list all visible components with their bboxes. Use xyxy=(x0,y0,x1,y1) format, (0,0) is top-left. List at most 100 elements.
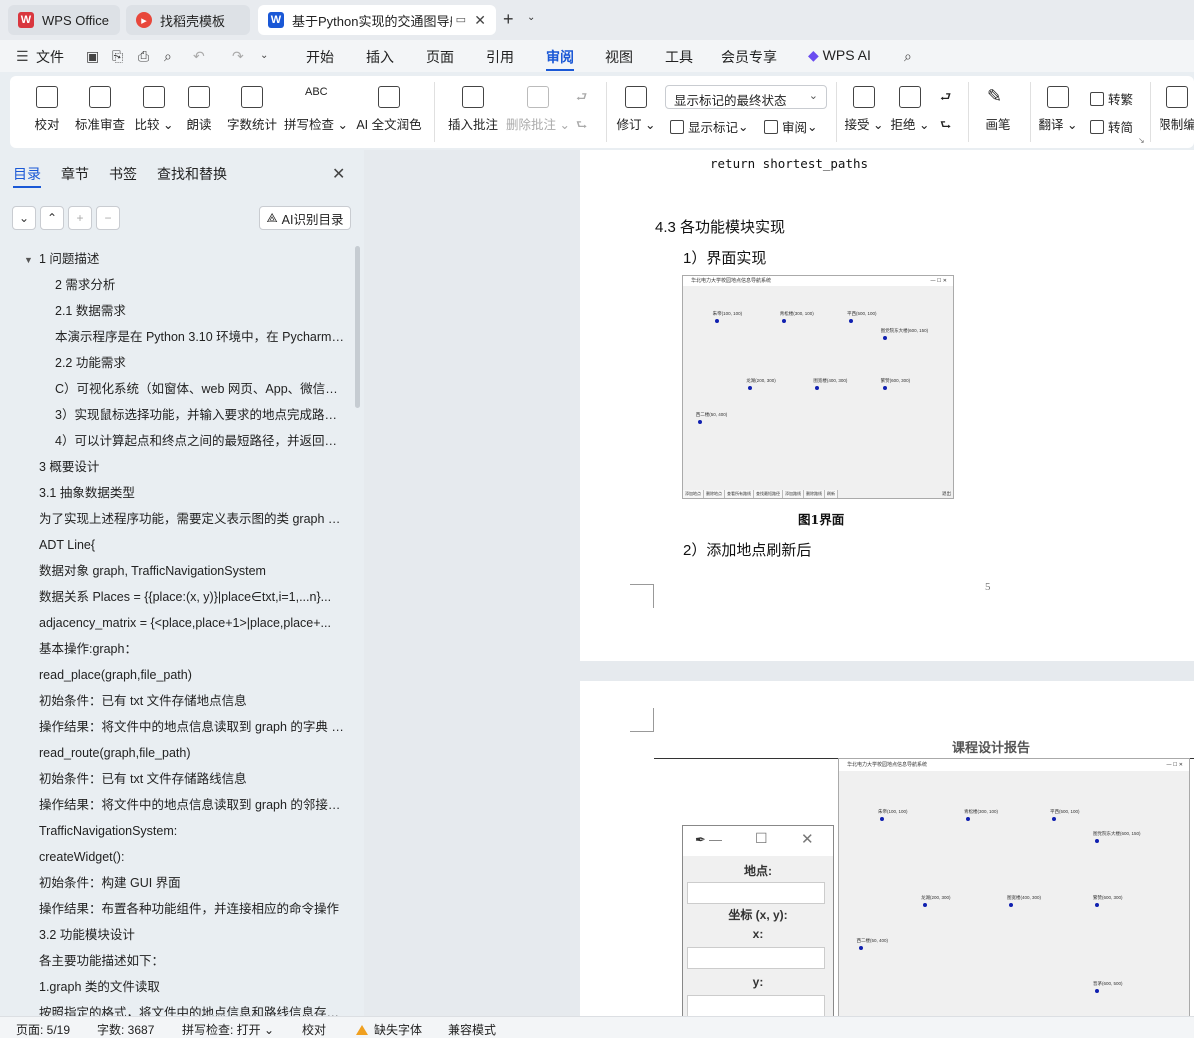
toc-item[interactable]: 2.1 数据需求 xyxy=(55,298,346,324)
maximize-icon[interactable]: ☐ xyxy=(755,830,768,847)
toc-item[interactable]: 初始条件：已有 txt 文件存储地点信息 xyxy=(39,688,346,714)
toc-item[interactable]: TrafficNavigationSystem: xyxy=(39,818,346,844)
next-comment-icon[interactable]: ⮑ xyxy=(576,116,587,137)
save-icon[interactable]: ▣ xyxy=(86,48,99,65)
to-traditional-button[interactable]: 转繁 xyxy=(1090,89,1133,108)
restrict-editing-button[interactable]: 限制编 xyxy=(1160,76,1194,148)
ai-polish-button[interactable]: AI 全文润色 xyxy=(354,76,424,148)
menu-member[interactable]: 会员专享 xyxy=(721,47,777,67)
word-count-button[interactable]: 字数统计 xyxy=(224,76,280,148)
spell-check-status[interactable]: 拼写检查: 打开 ⌄ xyxy=(182,1021,274,1038)
menu-tools[interactable]: 工具 xyxy=(665,47,693,67)
brush-button[interactable]: ✎ 画笔 xyxy=(982,76,1014,148)
close-icon[interactable]: ✕ xyxy=(332,164,345,184)
next-change-icon[interactable]: ⮑ xyxy=(940,116,951,137)
new-tab-icon[interactable]: + xyxy=(503,9,514,30)
tab-docer-templates[interactable]: ▸ 找稻壳模板 xyxy=(126,5,250,35)
tab-chapters[interactable]: 章节 xyxy=(61,164,89,184)
minimize-icon[interactable]: — xyxy=(709,832,722,847)
review-pane-button[interactable]: 审阅 ⌄ xyxy=(764,117,818,136)
expand-ribbon-icon[interactable]: ↘ xyxy=(1138,136,1145,145)
search-icon[interactable]: ⌕ xyxy=(904,48,912,65)
place-input[interactable] xyxy=(687,882,825,904)
expand-button[interactable]: ⌄ xyxy=(12,206,36,230)
toc-item[interactable]: read_route(graph,file_path) xyxy=(39,740,346,766)
toc-item[interactable]: 操作结果：将文件中的地点信息读取到 graph 的邻接矩... xyxy=(39,792,346,818)
tab-bookmarks[interactable]: 书签 xyxy=(109,164,137,184)
menu-review[interactable]: 审阅 xyxy=(546,47,574,67)
toc-item[interactable]: 3 概要设计 xyxy=(39,454,346,480)
toc-item[interactable]: 3.2 功能模块设计 xyxy=(39,922,346,948)
delete-comment-button[interactable]: 删除批注 ⌄ xyxy=(506,76,570,148)
word-count[interactable]: 字数: 3687 xyxy=(97,1021,154,1038)
missing-font-status[interactable]: 缺失字体 xyxy=(356,1021,422,1038)
remove-level-button[interactable]: − xyxy=(96,206,120,230)
x-input[interactable] xyxy=(687,947,825,969)
close-tab-icon[interactable]: ✕ xyxy=(474,12,486,29)
sidebar-scrollbar[interactable] xyxy=(355,246,360,408)
hamburger-icon[interactable]: ☰ xyxy=(16,48,29,65)
toc-item[interactable]: 3.1 抽象数据类型 xyxy=(39,480,346,506)
page-indicator[interactable]: 页面: 5/19 xyxy=(16,1021,70,1038)
ai-toc-button[interactable]: ⟁ AI识别目录 xyxy=(259,206,351,230)
toc-item[interactable]: 2.2 功能需求 xyxy=(55,350,346,376)
caret-down-icon[interactable]: ▼ xyxy=(24,255,33,265)
export-icon[interactable]: ⎘ xyxy=(112,48,123,65)
tab-wps-office[interactable]: W WPS Office xyxy=(8,5,120,35)
print-icon[interactable]: ⎙ xyxy=(138,48,149,65)
wps-ai-menu[interactable]: ◆ WPS AI xyxy=(808,47,871,64)
toc-item[interactable]: 初始条件：构建 GUI 界面 xyxy=(39,870,346,896)
menu-insert[interactable]: 插入 xyxy=(366,47,394,67)
previous-change-icon[interactable]: ⮐ xyxy=(940,88,951,109)
toc-item[interactable]: 操作结果：布置各种功能组件，并连接相应的命令操作 xyxy=(39,896,346,922)
file-menu[interactable]: 文件 xyxy=(36,47,64,67)
standard-review-button[interactable]: 标准审查 xyxy=(72,76,128,148)
toc-item[interactable]: 数据关系 Places = {{place:(x, y)}|place∈txt,… xyxy=(39,584,346,610)
toc-item[interactable]: 数据对象 graph, TrafficNavigationSystem xyxy=(39,558,346,584)
toc-item[interactable]: 4）可以计算起点和终点之间的最短路径，并返回路... xyxy=(55,428,346,454)
menu-page[interactable]: 页面 xyxy=(426,47,454,67)
toc-item[interactable]: read_place(graph,file_path) xyxy=(39,662,346,688)
toc-item[interactable]: adjacency_matrix = {<place,place+1>|plac… xyxy=(39,610,346,636)
toc-item[interactable]: 1 问题描述 xyxy=(39,246,346,272)
accept-button[interactable]: 接受 ⌄ xyxy=(845,76,883,148)
show-markup-button[interactable]: 显示标记 ⌄ xyxy=(670,117,749,136)
toc-item[interactable]: C）可视化系统（如窗体、web 网页、App、微信小程序... xyxy=(55,376,346,402)
redo-icon[interactable]: ↷ xyxy=(232,48,244,65)
menu-references[interactable]: 引用 xyxy=(486,47,514,67)
tab-list-chevron-icon[interactable]: ⌄ xyxy=(527,12,535,23)
insert-comment-button[interactable]: 插入批注 xyxy=(446,76,500,148)
tab-find-replace[interactable]: 查找和替换 xyxy=(157,164,227,184)
compare-button[interactable]: 比较 ⌄ xyxy=(134,76,174,148)
proofread-status[interactable]: 校对 xyxy=(302,1021,326,1038)
revise-button[interactable]: 修订 ⌄ xyxy=(616,76,656,148)
reject-button[interactable]: 拒绝 ⌄ xyxy=(891,76,929,148)
toc-item[interactable]: 操作结果：将文件中的地点信息读取到 graph 的字典 p... xyxy=(39,714,346,740)
y-input[interactable] xyxy=(687,995,825,1016)
quick-access-chevron-icon[interactable]: ⌄ xyxy=(260,50,268,61)
markup-state-select[interactable]: 显示标记的最终状态 ⌄ xyxy=(665,85,827,109)
toc-item[interactable]: 2 需求分析 xyxy=(55,272,346,298)
add-level-button[interactable]: + xyxy=(68,206,92,230)
menu-home[interactable]: 开始 xyxy=(306,47,334,67)
translate-button[interactable]: 翻译 ⌄ xyxy=(1038,76,1078,148)
toc-item[interactable]: 本演示程序是在 Python 3.10 环境中，在 Pycharm 中... xyxy=(55,324,346,350)
tab-toc[interactable]: 目录 xyxy=(13,164,41,184)
toc-item[interactable]: 基本操作:graph： xyxy=(39,636,346,662)
close-icon[interactable]: ✕ xyxy=(801,830,814,848)
read-aloud-button[interactable]: 朗读 xyxy=(182,76,216,148)
proofread-button[interactable]: 校对 xyxy=(28,76,66,148)
collapse-button[interactable]: ⌃ xyxy=(40,206,64,230)
toc-item[interactable]: createWidget(): xyxy=(39,844,346,870)
toc-item[interactable]: 1.graph 类的文件读取 xyxy=(39,974,346,1000)
tab-current-document[interactable]: W 基于Python实现的交通图导航 ▭ ✕ xyxy=(258,5,496,35)
toc-item[interactable]: 为了实现上述程序功能，需要定义表示图的类 graph 和... xyxy=(39,506,346,532)
toc-item[interactable]: 初始条件：已有 txt 文件存储路线信息 xyxy=(39,766,346,792)
print-preview-icon[interactable]: ⌕ xyxy=(164,48,172,65)
to-simplified-button[interactable]: 转简 xyxy=(1090,117,1133,136)
menu-view[interactable]: 视图 xyxy=(605,47,633,67)
spell-check-button[interactable]: ABC 拼写检查 ⌄ xyxy=(284,76,348,148)
monitor-icon[interactable]: ▭ xyxy=(456,13,466,26)
toc-item[interactable]: ADT Line{ xyxy=(39,532,346,558)
toc-item[interactable]: 3）实现鼠标选择功能，并输入要求的地点完成路线... xyxy=(55,402,346,428)
